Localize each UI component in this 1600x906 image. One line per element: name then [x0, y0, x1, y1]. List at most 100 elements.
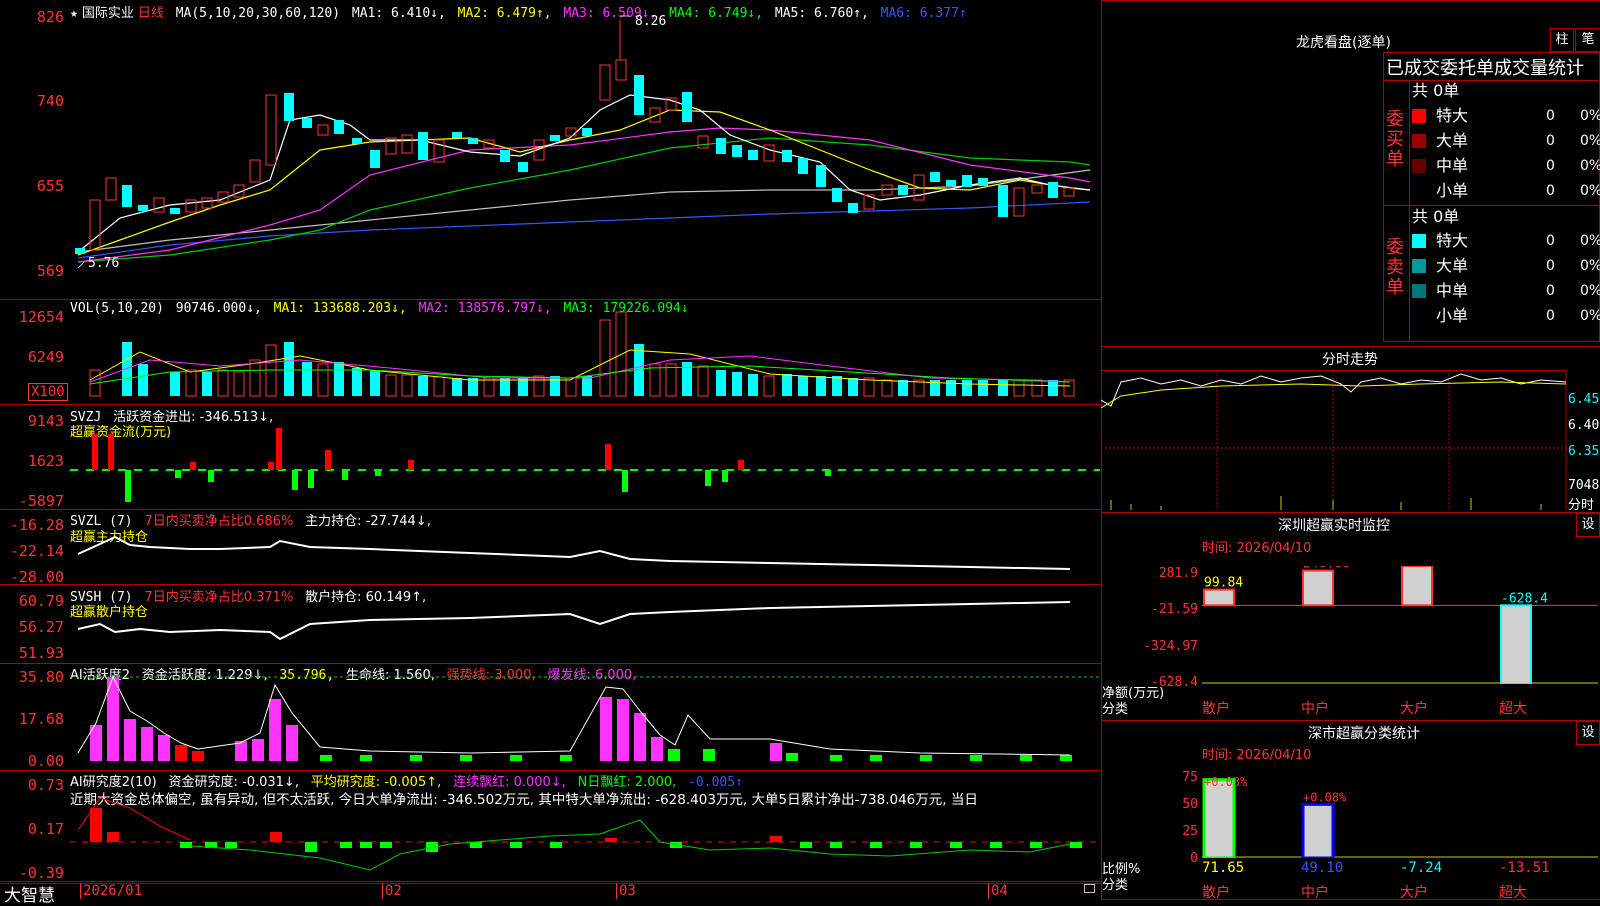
ai-research-tick: -0.39 — [18, 864, 64, 882]
cls-title: 深市超赢分类统计 — [1308, 726, 1420, 742]
monitor-value-label: -628.4 — [1501, 591, 1548, 606]
monitor-bar — [1203, 588, 1235, 607]
intraday-tick: 6.45 — [1568, 392, 1600, 407]
intraday-tick: 6.40 — [1568, 418, 1600, 433]
cls-time: 时间: 2026/04/10 — [1202, 748, 1312, 763]
cls-tick: 50 — [1182, 797, 1198, 812]
buy-order-label: 委买单 — [1386, 109, 1404, 170]
date-tick: 2026/01 — [80, 883, 142, 899]
svzj-tick: 1623 — [27, 452, 64, 470]
price-tick: 655 — [36, 177, 64, 195]
ai-research-tick: 0.73 — [27, 776, 64, 794]
lock-icon[interactable] — [1084, 884, 1095, 893]
intraday-vol-label: 7048 — [1568, 478, 1600, 493]
sz-monitor-time: 时间: 2026/04/10 — [1202, 541, 1312, 556]
sell-row: 中单 0 0% — [1412, 280, 1600, 302]
high-price-mark: 8.26 — [635, 14, 667, 29]
buy-row-label: 大单 — [1436, 131, 1469, 150]
monitor-value-label: 99.84 — [1204, 576, 1243, 591]
intraday-chart — [1101, 370, 1567, 510]
buy-row: 中单 0 0% — [1412, 155, 1600, 177]
sell-order-label: 委卖单 — [1386, 237, 1404, 298]
buy-row-count: 0 — [1546, 183, 1555, 199]
monitor-categories: 散户 中户 大户 超大 — [1202, 698, 1598, 717]
sell-row-count: 0 — [1546, 308, 1555, 324]
monitor-value-label: 246.66 — [1303, 566, 1350, 572]
svsh-tick: 60.79 — [18, 592, 64, 610]
sell-row-count: 0 — [1546, 283, 1555, 299]
monitor-category-label: 散户 — [1202, 701, 1230, 717]
cls-bar — [1301, 802, 1335, 858]
buy-row-pct: 0% — [1580, 108, 1600, 124]
date-tick: 02 — [382, 883, 402, 899]
sz-monitor-chart: 99.84 246.66 281.9 -628.4 — [1202, 566, 1598, 684]
cls-settings-button[interactable]: 设 — [1576, 721, 1600, 745]
buy-color-swatch — [1412, 109, 1426, 123]
ai-active-tick: 0.00 — [27, 752, 64, 770]
buy-row-count: 0 — [1546, 158, 1555, 174]
buy-color-swatch — [1412, 134, 1426, 148]
cls-chart: +0.03% +0.08% — [1202, 776, 1598, 858]
buy-row-pct: 0% — [1580, 133, 1600, 149]
sell-row: 大单 0 0% — [1412, 255, 1600, 277]
tick-view-button[interactable]: 笔 — [1575, 28, 1600, 52]
monitor-tick: -324.97 — [1143, 639, 1198, 654]
sell-row-label: 特大 — [1436, 231, 1469, 250]
cls-tick: 0 — [1190, 851, 1198, 866]
date-tick: 03 — [616, 883, 636, 899]
cls-top-label: +0.03% — [1204, 776, 1248, 789]
buy-total: 共 0单 — [1412, 81, 1460, 100]
low-price-mark: 5.76 — [88, 256, 120, 271]
monitor-bar — [1500, 604, 1532, 684]
date-axis — [0, 881, 1102, 901]
date-tick: 04 — [988, 883, 1008, 899]
buy-color-swatch — [1412, 159, 1426, 173]
sz-monitor-settings-button[interactable]: 设 — [1576, 513, 1600, 537]
monitor-bar — [1302, 569, 1334, 607]
sell-row-label: 大单 — [1436, 256, 1469, 275]
svzj-chart — [70, 428, 1100, 502]
svzl-tick: -22.14 — [9, 542, 64, 560]
column-view-button[interactable]: 柱 — [1550, 28, 1574, 52]
price-tick: 740 — [36, 92, 64, 110]
sell-row-pct: 0% — [1580, 283, 1600, 299]
sell-row-count: 0 — [1546, 258, 1555, 274]
sell-row-pct: 0% — [1580, 233, 1600, 249]
order-divider-v — [1409, 80, 1410, 342]
monitor-value-label: 281.9 — [1402, 566, 1441, 567]
sell-color-swatch — [1412, 259, 1426, 273]
vol-unit: X100 — [28, 383, 68, 401]
cls-value-label: 71.65 — [1202, 860, 1245, 876]
sell-row-label: 小单 — [1436, 306, 1469, 325]
cls-value-label: -13.51 — [1499, 860, 1550, 876]
sell-row-pct: 0% — [1580, 258, 1600, 274]
cls-value-label: 49.10 — [1301, 860, 1344, 876]
buy-row-label: 中单 — [1436, 156, 1469, 175]
monitor-category-label: 大户 — [1400, 701, 1428, 717]
candlestick-chart[interactable] — [70, 0, 1100, 300]
ai-research-tick: 0.17 — [27, 820, 64, 838]
sz-monitor-title: 深圳超赢实时监控 — [1278, 518, 1390, 534]
cls-tick: 25 — [1182, 824, 1198, 839]
vol-tick: 6249 — [27, 348, 64, 366]
brand-label: 大智慧 — [4, 886, 55, 906]
cls-xlabel: 分类 — [1102, 878, 1129, 893]
cls-categories: 散户 中户 大户 超大 — [1202, 882, 1598, 901]
cls-category-label: 中户 — [1301, 885, 1329, 901]
buy-row-count: 0 — [1546, 108, 1555, 124]
svzj-tick: -5897 — [18, 492, 64, 510]
cls-value-row: 71.65 49.10 -7.24 -13.51 — [1202, 860, 1598, 876]
svsh-tick: 56.27 — [18, 618, 64, 636]
candles — [75, 59, 1075, 254]
ai-active-tick: 35.80 — [18, 668, 64, 686]
intraday-vol-unit: 分时 — [1568, 498, 1595, 513]
dragon-title: 龙虎看盘(逐单) — [1296, 35, 1391, 51]
intraday-tick: 6.35 — [1568, 444, 1600, 459]
sell-row-pct: 0% — [1580, 308, 1600, 324]
cls-category-label: 超大 — [1499, 885, 1527, 901]
buy-row-count: 0 — [1546, 133, 1555, 149]
cls-category-label: 大户 — [1400, 885, 1428, 901]
svzl-tick: -16.28 — [9, 516, 64, 534]
price-tick: 826 — [36, 8, 64, 26]
buy-row: 大单 0 0% — [1412, 130, 1600, 152]
